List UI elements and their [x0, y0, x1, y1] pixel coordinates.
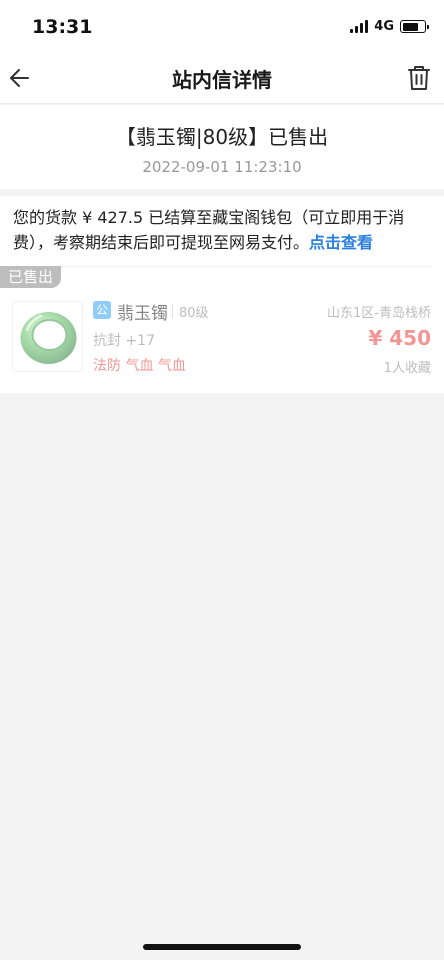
status-bar: 13:31 4G: [0, 0, 444, 52]
message-time: 2022-09-01 11:23:10: [142, 158, 302, 176]
item-thumbnail: [12, 301, 83, 372]
trash-icon: [408, 66, 430, 90]
home-indicator[interactable]: [143, 944, 301, 950]
item-price: ¥ 450: [368, 326, 431, 350]
item-card[interactable]: 公 翡玉镯 80级 山东1区-青岛栈桥 抗封 +17 ¥ 450 法防 气血 气…: [0, 288, 444, 388]
page-title: 站内信详情: [172, 68, 272, 92]
item-level: 80级: [179, 306, 209, 321]
message-header: 【翡玉镯|80级】已售出 2022-09-01 11:23:10: [0, 105, 444, 189]
item-stat: 抗封 +17: [93, 333, 155, 349]
message-body: 您的货款 ¥ 427.5 已结算至藏宝阁钱包（可立即用于消费），考察期结束后即可…: [0, 196, 444, 393]
nav-bar: 站内信详情: [0, 52, 444, 104]
view-details-link[interactable]: 点击查看: [309, 233, 373, 252]
message-text: 您的货款 ¥ 427.5 已结算至藏宝阁钱包（可立即用于消费），考察期结束后即可…: [13, 205, 433, 255]
item-name: 翡玉镯: [117, 304, 168, 324]
public-badge: 公: [93, 301, 111, 319]
item-favorites: 1人收藏: [383, 361, 431, 376]
network-type: 4G: [374, 19, 394, 34]
sold-tag: 已售出: [0, 266, 62, 288]
status-time: 13:31: [32, 16, 93, 38]
jade-bracelet-icon: [20, 312, 77, 364]
item-server: 山东1区-青岛栈桥: [327, 306, 431, 321]
signal-icon: [350, 20, 369, 33]
status-indicators: 4G: [350, 19, 429, 34]
divider: [12, 266, 432, 267]
delete-button[interactable]: [406, 64, 432, 92]
battery-icon: [400, 20, 429, 33]
message-title: 【翡玉镯|80级】已售出: [115, 125, 329, 149]
separator: [172, 304, 173, 318]
battery-fill: [402, 22, 419, 31]
item-attributes: 法防 气血 气血: [93, 358, 186, 374]
